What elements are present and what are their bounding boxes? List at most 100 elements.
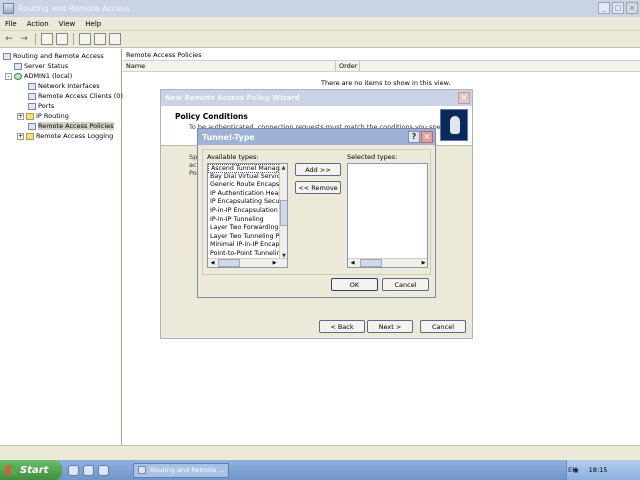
available-types-label: Available types: [207, 153, 259, 161]
available-types-list[interactable]: Ascend Tunnel Manag Bay Dial Virtual Ser… [207, 163, 288, 268]
horizontal-scrollbar[interactable]: ◀ ▶ [208, 258, 287, 267]
minimize-button[interactable]: _ [598, 2, 610, 14]
list-item[interactable]: Generic Route Encaps [208, 181, 287, 190]
menu-file[interactable]: File [0, 20, 22, 28]
properties-icon[interactable] [79, 33, 91, 45]
wizard-close-button[interactable]: × [458, 92, 470, 104]
list-item[interactable]: IP-in-IP Tunneling [208, 216, 287, 225]
dialog-title: Tunnel-Type ? × [198, 129, 435, 145]
maximize-button[interactable]: □ [612, 2, 624, 14]
taskbar: Start Routing and Remote ... ◉ 18:15 [0, 460, 640, 480]
list-item[interactable]: Bay Dial Virtual Servic [208, 173, 287, 182]
close-button[interactable]: × [626, 2, 638, 14]
scroll-thumb[interactable] [360, 259, 382, 267]
scroll-right-icon[interactable]: ▶ [419, 259, 427, 267]
folder-icon [26, 132, 34, 140]
list-item[interactable]: IP Authentication Head [208, 190, 287, 199]
dialog-title-text: Tunnel-Type [202, 132, 255, 142]
tree-item-admin1[interactable]: - ADMIN1 (local) [5, 71, 72, 81]
list-item[interactable]: Layer Two Tunneling P [208, 233, 287, 242]
browser-icon[interactable] [83, 464, 94, 476]
help-question-icon[interactable]: ? [408, 131, 420, 143]
show-tree-icon[interactable] [56, 33, 68, 45]
ports-icon [28, 102, 36, 110]
scroll-right-icon[interactable]: ▶ [270, 259, 279, 267]
remove-button[interactable]: << Remove [295, 181, 341, 194]
list-item[interactable]: Minimal IP-in-IP Encap [208, 241, 287, 250]
list-item[interactable]: Layer Two Forwarding [208, 224, 287, 233]
start-button[interactable]: Start [0, 460, 62, 480]
tree-item-server-status[interactable]: Server Status [14, 61, 68, 71]
tree-item-remote-access-logging[interactable]: + Remote Access Logging [17, 131, 113, 141]
details-caption: Remote Access Policies [123, 49, 640, 61]
system-tray: ◉ 18:15 [566, 460, 640, 480]
clock[interactable]: 18:15 [589, 466, 608, 474]
forward-arrow-icon[interactable]: → [18, 33, 30, 45]
expand-icon[interactable]: + [17, 112, 24, 120]
column-order[interactable]: Order [336, 61, 360, 71]
cancel-button[interactable]: Cancel [382, 278, 429, 291]
tree-item-label: Network Interfaces [38, 82, 100, 90]
help-icon[interactable] [109, 33, 121, 45]
console-tree: Routing and Remote Access Server Status … [0, 49, 123, 445]
empty-message: There are no items to show in this view. [321, 79, 451, 87]
window-title: Routing and Remote Access [18, 4, 130, 13]
wizard-title: New Remote Access Policy Wizard [161, 90, 472, 106]
scroll-thumb[interactable] [280, 200, 287, 226]
tree-item-label: Server Status [24, 62, 69, 70]
back-arrow-icon[interactable]: ← [3, 33, 15, 45]
explorer-icon[interactable] [98, 464, 109, 476]
scroll-up-icon[interactable]: ▲ [280, 164, 287, 172]
dialog-close-button[interactable]: × [421, 131, 433, 143]
wizard-logo-icon [440, 109, 468, 141]
app-icon [138, 466, 146, 474]
tree-item-label: Remote Access Policies [38, 122, 114, 130]
policy-icon [28, 122, 36, 130]
back-button[interactable]: < Back [319, 320, 365, 333]
list-item[interactable]: IP Encapsulating Secu [208, 198, 287, 207]
tree-item-ports[interactable]: Ports [28, 101, 54, 111]
tree-item-label: Routing and Remote Access [13, 52, 104, 60]
menu-help[interactable]: Help [80, 20, 106, 28]
column-name[interactable]: Name [123, 61, 336, 71]
add-button[interactable]: Add >> [295, 163, 341, 176]
next-button[interactable]: Next > [367, 320, 413, 333]
quick-launch [68, 464, 109, 476]
list-item[interactable]: Ascend Tunnel Manag [208, 164, 287, 173]
server-icon [14, 62, 22, 70]
tree-item-remote-access-clients[interactable]: Remote Access Clients (0) [28, 91, 123, 101]
tree-item-label: Ports [38, 102, 55, 110]
wizard-heading: Policy Conditions [175, 112, 248, 121]
folder-icon [26, 112, 34, 120]
language-indicator[interactable]: EN [568, 466, 577, 474]
vertical-scrollbar[interactable]: ▲ ▼ [279, 164, 287, 260]
toolbar: ← → [0, 31, 640, 48]
taskbar-task-routing[interactable]: Routing and Remote ... [133, 462, 229, 478]
wizard-cancel-button[interactable]: Cancel [420, 320, 466, 333]
menu-view[interactable]: View [54, 20, 81, 28]
tree-item-routing-root[interactable]: Routing and Remote Access [3, 51, 104, 61]
horizontal-scrollbar[interactable]: ◀ ▶ [348, 258, 427, 267]
selected-types-label: Selected types: [347, 153, 398, 161]
selected-types-list[interactable]: ◀ ▶ [347, 163, 428, 268]
collapse-icon[interactable]: - [5, 72, 12, 80]
scroll-left-icon[interactable]: ◀ [208, 259, 217, 267]
ok-button[interactable]: OK [331, 278, 378, 291]
tree-item-remote-access-policies[interactable]: Remote Access Policies [28, 121, 114, 131]
list-item[interactable]: IP-in-IP Encapsulation [208, 207, 287, 216]
up-level-icon[interactable] [41, 33, 53, 45]
expand-icon[interactable]: + [17, 132, 24, 140]
server-running-icon [14, 72, 22, 80]
refresh-icon[interactable] [94, 33, 106, 45]
column-headers: Name Order [123, 61, 640, 72]
scroll-left-icon[interactable]: ◀ [348, 259, 357, 267]
scroll-thumb[interactable] [218, 259, 240, 267]
tree-item-label: IP Routing [36, 112, 69, 120]
tree-item-ip-routing[interactable]: + IP Routing [17, 111, 69, 121]
show-desktop-icon[interactable] [68, 464, 79, 476]
menu-action[interactable]: Action [22, 20, 54, 28]
task-label: Routing and Remote ... [150, 466, 225, 474]
tree-item-network-interfaces[interactable]: Network Interfaces [28, 81, 100, 91]
app-icon [3, 3, 14, 14]
tree-item-label: Remote Access Clients (0) [38, 92, 123, 100]
